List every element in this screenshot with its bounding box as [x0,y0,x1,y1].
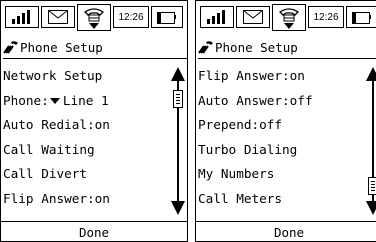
scroll-thumb[interactable] [173,89,183,108]
screen-header: Phone Setup [3,36,187,59]
menu-item-label: Network Setup [3,68,103,83]
battery-icon [151,6,183,28]
page-title: Phone Setup [215,39,298,55]
menu-item[interactable]: Auto Answer:off [198,89,362,114]
phone-setup-logo-icon [198,41,213,54]
menu-item-label: Flip Answer:on [3,190,110,206]
screen-header: Phone Setup [198,36,376,59]
menu-list: Flip Answer:on Auto Answer:off Prepend:off… [198,64,362,211]
phone-setup-logo-icon [3,41,18,54]
clock-time: 12:26 [308,6,344,28]
phone-icon[interactable] [77,4,111,31]
menu-item[interactable]: Call Divert [3,162,167,187]
phone-screen-1: 12:26 Phone Setup Network Setup Phone: Lin… [0,0,188,242]
menu-item[interactable]: Network Setup [3,64,167,89]
phone-screen-2: 12:26 Phone Setup Flip Answer:on Auto Ans… [195,0,376,242]
menu-item[interactable]: Flip Answer:on [3,187,167,212]
signal-icon [200,6,234,28]
menu-item[interactable]: My Numbers [198,162,362,187]
phone-icon[interactable] [272,4,306,31]
clock-time: 12:26 [113,6,149,28]
menu-item[interactable]: Prepend:off [198,113,362,138]
status-bar: 12:26 [196,1,376,33]
page-title: Phone Setup [20,39,103,55]
menu-item-label: Auto Answer:off [198,92,313,108]
menu-item-label: Prepend:off [198,117,283,132]
scroll-thumb[interactable] [368,176,376,195]
menu-item[interactable]: Turbo Dialing [198,138,362,163]
scroll-up-arrow-icon[interactable] [171,67,185,81]
menu-item[interactable]: Auto Redial:on [3,113,167,138]
scroll-down-arrow-icon[interactable] [366,201,376,215]
mail-icon[interactable] [236,6,270,28]
menu-item[interactable]: Flip Answer:on [198,64,362,89]
dropdown-value[interactable]: Line 1 [63,93,109,108]
menu-item[interactable]: Phone: Line 1 [3,89,167,114]
menu-item-label: My Numbers [198,166,275,181]
scroll-up-arrow-icon[interactable] [366,67,376,81]
menu-item[interactable]: Call Waiting [3,138,167,163]
menu-item[interactable]: Call Meters [198,187,362,212]
signal-icon [5,6,39,28]
menu-item-label: Call Waiting [3,141,95,157]
menu-item-label: Flip Answer:on [198,68,305,83]
menu-item-label: Turbo Dialing [198,141,298,157]
dropdown-arrow-icon[interactable] [49,97,60,104]
scrollbar[interactable] [366,67,376,215]
scroll-down-arrow-icon[interactable] [171,201,185,215]
scrollbar[interactable] [171,67,185,215]
mail-icon[interactable] [41,6,75,28]
menu-item-label: Auto Redial:on [3,117,110,132]
menu-item-label: Call Divert [3,166,88,181]
done-button[interactable]: Done [196,221,376,242]
battery-icon [346,6,376,28]
menu-list: Network Setup Phone: Line 1 Auto Redial:on C… [3,64,167,211]
menu-item-label: Call Meters [198,190,283,206]
status-bar: 12:26 [1,1,187,33]
done-button[interactable]: Done [1,221,187,242]
menu-item-label: Phone: [3,92,49,108]
